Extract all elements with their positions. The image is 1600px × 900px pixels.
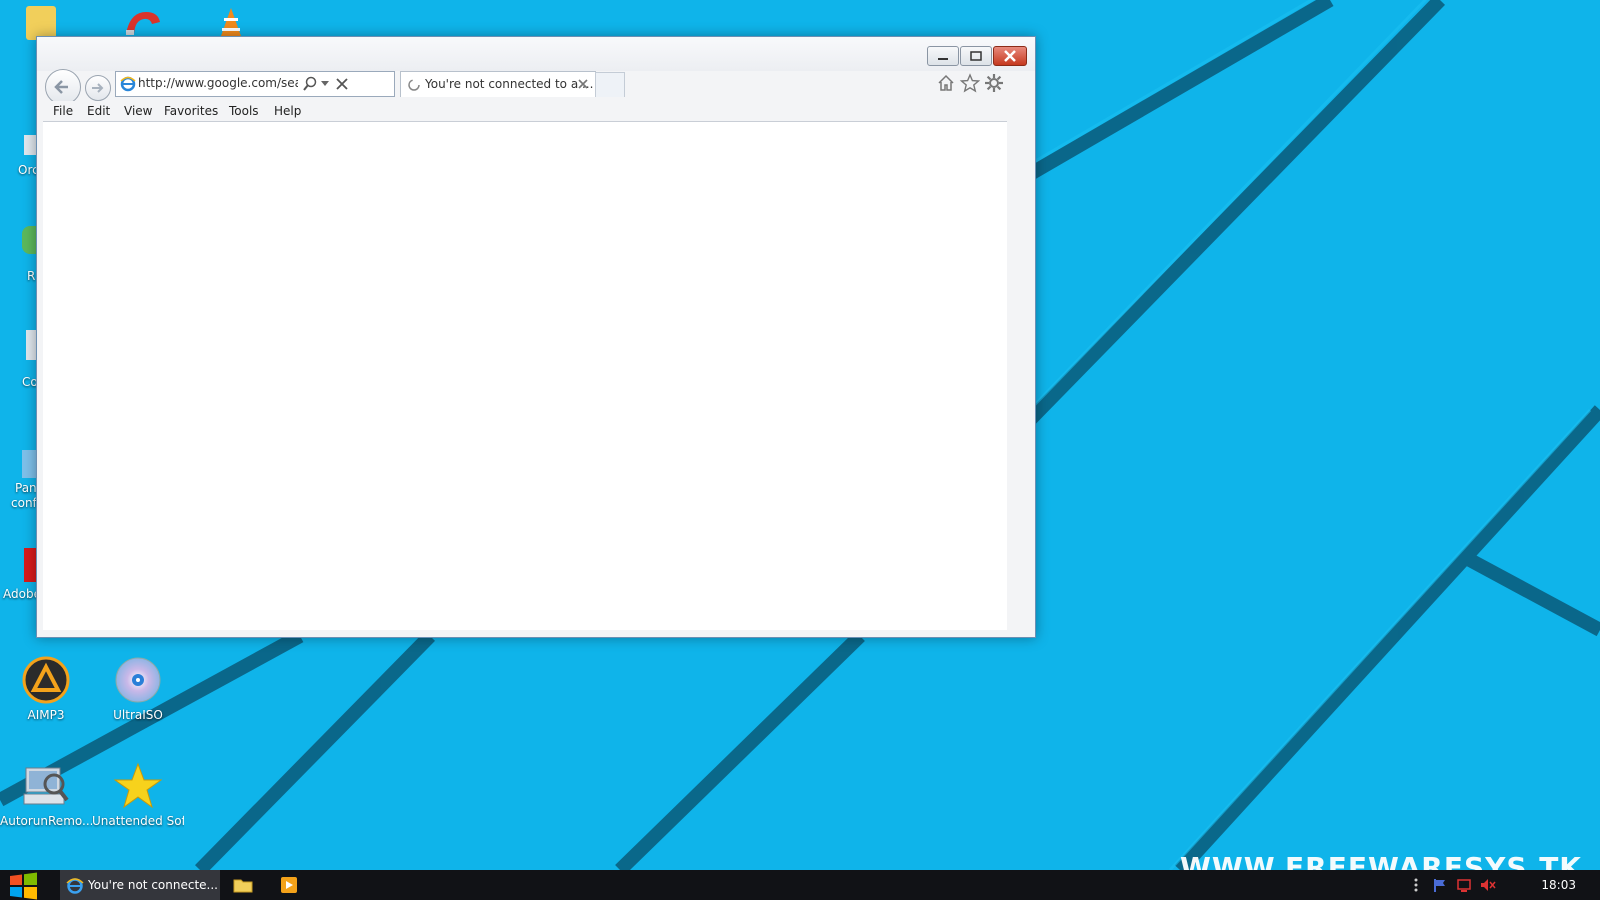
menu-tools[interactable]: Tools (229, 104, 259, 118)
desktop-icon-aimp[interactable]: AIMP3 (0, 656, 92, 722)
disc-icon (114, 656, 162, 704)
forward-arrow-icon (92, 83, 104, 93)
back-arrow-icon (54, 80, 68, 94)
desktop-icon-partial-1[interactable] (24, 135, 36, 155)
desktop-icon-label: AIMP3 (27, 708, 65, 722)
network-icon[interactable] (1456, 877, 1472, 893)
tab-active[interactable]: You're not connected to a ... (400, 71, 596, 97)
ie-icon (66, 878, 84, 894)
watermark: WWW.FREEWARESYS.TK (1180, 851, 1582, 870)
taskbar-ie-label: You're not connecte... (88, 878, 218, 892)
loading-icon (408, 79, 420, 91)
title-bar[interactable] (37, 37, 1035, 71)
stop-icon[interactable] (334, 76, 350, 92)
desktop-icon-autorun[interactable]: AutorunRemo... (0, 762, 92, 828)
start-icon[interactable] (6, 872, 40, 900)
taskbar-ie-button[interactable]: You're not connecte... (60, 870, 220, 900)
desktop-icon-magnet[interactable] (122, 8, 162, 36)
menu-favorites[interactable]: Favorites (164, 104, 218, 118)
page-content[interactable] (43, 121, 1007, 630)
desktop-icon-partial-3[interactable] (26, 330, 36, 360)
ie-icon (120, 76, 136, 92)
menu-edit[interactable]: Edit (87, 104, 110, 118)
back-button[interactable] (45, 69, 81, 105)
menu-bar: File Edit View Favorites Tools Help (43, 101, 1029, 121)
forward-button[interactable] (85, 75, 111, 101)
aimp-icon (22, 656, 70, 704)
address-input[interactable] (138, 74, 298, 92)
desktop-icon-label: Unattended Soft (92, 814, 184, 828)
tray-overflow-icon[interactable] (1408, 877, 1424, 893)
desktop-icon-label: UltraISO (113, 708, 163, 722)
navigation-row: You're not connected to a ... (37, 69, 1035, 105)
maximize-icon (970, 51, 982, 61)
tab-label: You're not connected to a ... (425, 77, 594, 91)
minimize-icon (938, 58, 948, 60)
maximize-button[interactable] (960, 46, 992, 66)
star-icon (113, 762, 163, 810)
desktop-label-partial-conf: conf (11, 496, 37, 510)
favorites-star-icon[interactable] (959, 72, 981, 94)
vlc-icon[interactable] (220, 8, 242, 36)
chevron-down-icon[interactable] (320, 78, 330, 90)
menu-view[interactable]: View (124, 104, 152, 118)
gear-icon[interactable] (983, 72, 1005, 94)
clock[interactable]: 18:03 (1541, 878, 1576, 892)
new-tab-button[interactable] (595, 72, 625, 97)
desktop-icon-unattended[interactable]: Unattended Soft (92, 762, 184, 828)
tab-close-icon[interactable] (577, 78, 589, 90)
minimize-button[interactable] (927, 46, 959, 66)
desktop-icon-partial-4[interactable] (22, 450, 36, 478)
search-icon[interactable] (302, 76, 318, 92)
address-bar[interactable] (115, 71, 395, 97)
volume-muted-icon[interactable] (1480, 877, 1496, 893)
close-button[interactable] (993, 46, 1027, 66)
desktop-icon-ultraiso[interactable]: UltraISO (92, 656, 184, 722)
desktop-icon-user-folder[interactable] (26, 6, 56, 40)
menu-file[interactable]: File (53, 104, 73, 118)
menu-help[interactable]: Help (274, 104, 301, 118)
desktop-label-partial-r: R (27, 269, 36, 283)
computer-search-icon (22, 762, 70, 810)
taskbar: You're not connecte... 18:03 (0, 870, 1600, 900)
action-center-flag-icon[interactable] (1432, 877, 1448, 893)
close-icon (1004, 50, 1016, 62)
folder-icon[interactable] (230, 873, 256, 897)
media-player-icon[interactable] (276, 873, 302, 897)
home-icon[interactable] (935, 72, 957, 94)
desktop-label-partial-pan: Pan (15, 481, 37, 495)
desktop-icon-label: AutorunRemo... (0, 814, 92, 828)
ie-window: You're not connected to a ... File Edit … (36, 36, 1036, 638)
